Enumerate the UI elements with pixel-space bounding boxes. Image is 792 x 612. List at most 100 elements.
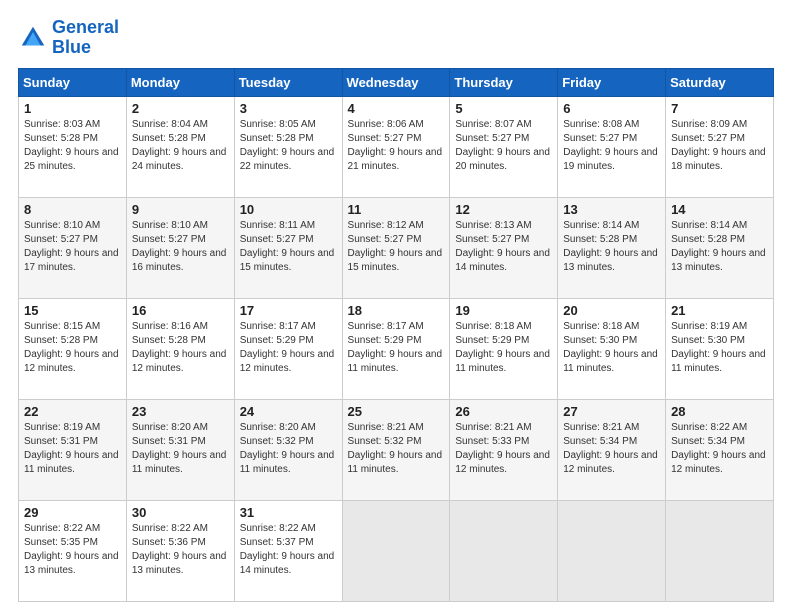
day-info: Sunrise: 8:22 AM Sunset: 5:34 PM Dayligh…: [671, 421, 768, 477]
day-number: 26: [455, 404, 552, 419]
calendar-cell: 28 Sunrise: 8:22 AM Sunset: 5:34 PM Dayl…: [666, 399, 774, 500]
day-info: Sunrise: 8:21 AM Sunset: 5:32 PM Dayligh…: [348, 421, 445, 477]
day-number: 12: [455, 202, 552, 217]
day-number: 29: [24, 505, 121, 520]
day-number: 14: [671, 202, 768, 217]
day-info: Sunrise: 8:17 AM Sunset: 5:29 PM Dayligh…: [348, 320, 445, 376]
calendar-cell: 16 Sunrise: 8:16 AM Sunset: 5:28 PM Dayl…: [126, 298, 234, 399]
calendar-cell: 5 Sunrise: 8:07 AM Sunset: 5:27 PM Dayli…: [450, 96, 558, 197]
day-info: Sunrise: 8:18 AM Sunset: 5:29 PM Dayligh…: [455, 320, 552, 376]
day-info: Sunrise: 8:07 AM Sunset: 5:27 PM Dayligh…: [455, 118, 552, 174]
day-info: Sunrise: 8:22 AM Sunset: 5:35 PM Dayligh…: [24, 522, 121, 578]
day-number: 30: [132, 505, 229, 520]
day-header-tuesday: Tuesday: [234, 68, 342, 96]
day-info: Sunrise: 8:10 AM Sunset: 5:27 PM Dayligh…: [132, 219, 229, 275]
day-header-friday: Friday: [558, 68, 666, 96]
calendar-cell: [450, 500, 558, 601]
day-number: 21: [671, 303, 768, 318]
day-number: 5: [455, 101, 552, 116]
day-number: 17: [240, 303, 337, 318]
day-number: 20: [563, 303, 660, 318]
day-number: 3: [240, 101, 337, 116]
calendar-cell: 14 Sunrise: 8:14 AM Sunset: 5:28 PM Dayl…: [666, 197, 774, 298]
day-info: Sunrise: 8:14 AM Sunset: 5:28 PM Dayligh…: [671, 219, 768, 275]
header-row: SundayMondayTuesdayWednesdayThursdayFrid…: [19, 68, 774, 96]
day-info: Sunrise: 8:04 AM Sunset: 5:28 PM Dayligh…: [132, 118, 229, 174]
day-number: 15: [24, 303, 121, 318]
calendar-cell: 17 Sunrise: 8:17 AM Sunset: 5:29 PM Dayl…: [234, 298, 342, 399]
day-info: Sunrise: 8:21 AM Sunset: 5:34 PM Dayligh…: [563, 421, 660, 477]
day-number: 28: [671, 404, 768, 419]
day-info: Sunrise: 8:12 AM Sunset: 5:27 PM Dayligh…: [348, 219, 445, 275]
calendar-cell: 24 Sunrise: 8:20 AM Sunset: 5:32 PM Dayl…: [234, 399, 342, 500]
logo: General Blue: [18, 18, 119, 58]
calendar-table: SundayMondayTuesdayWednesdayThursdayFrid…: [18, 68, 774, 602]
day-number: 7: [671, 101, 768, 116]
day-info: Sunrise: 8:19 AM Sunset: 5:31 PM Dayligh…: [24, 421, 121, 477]
calendar-cell: 1 Sunrise: 8:03 AM Sunset: 5:28 PM Dayli…: [19, 96, 127, 197]
day-header-saturday: Saturday: [666, 68, 774, 96]
day-number: 23: [132, 404, 229, 419]
calendar-cell: 12 Sunrise: 8:13 AM Sunset: 5:27 PM Dayl…: [450, 197, 558, 298]
calendar-cell: 30 Sunrise: 8:22 AM Sunset: 5:36 PM Dayl…: [126, 500, 234, 601]
calendar-cell: [558, 500, 666, 601]
calendar-cell: 25 Sunrise: 8:21 AM Sunset: 5:32 PM Dayl…: [342, 399, 450, 500]
day-header-monday: Monday: [126, 68, 234, 96]
day-info: Sunrise: 8:09 AM Sunset: 5:27 PM Dayligh…: [671, 118, 768, 174]
calendar-cell: 8 Sunrise: 8:10 AM Sunset: 5:27 PM Dayli…: [19, 197, 127, 298]
day-info: Sunrise: 8:20 AM Sunset: 5:32 PM Dayligh…: [240, 421, 337, 477]
calendar-cell: 18 Sunrise: 8:17 AM Sunset: 5:29 PM Dayl…: [342, 298, 450, 399]
day-number: 19: [455, 303, 552, 318]
day-number: 31: [240, 505, 337, 520]
day-info: Sunrise: 8:15 AM Sunset: 5:28 PM Dayligh…: [24, 320, 121, 376]
day-info: Sunrise: 8:21 AM Sunset: 5:33 PM Dayligh…: [455, 421, 552, 477]
calendar-cell: 7 Sunrise: 8:09 AM Sunset: 5:27 PM Dayli…: [666, 96, 774, 197]
day-number: 6: [563, 101, 660, 116]
calendar-cell: 20 Sunrise: 8:18 AM Sunset: 5:30 PM Dayl…: [558, 298, 666, 399]
calendar-cell: 26 Sunrise: 8:21 AM Sunset: 5:33 PM Dayl…: [450, 399, 558, 500]
day-number: 4: [348, 101, 445, 116]
day-number: 27: [563, 404, 660, 419]
calendar-cell: 6 Sunrise: 8:08 AM Sunset: 5:27 PM Dayli…: [558, 96, 666, 197]
day-info: Sunrise: 8:05 AM Sunset: 5:28 PM Dayligh…: [240, 118, 337, 174]
calendar-cell: 10 Sunrise: 8:11 AM Sunset: 5:27 PM Dayl…: [234, 197, 342, 298]
day-number: 8: [24, 202, 121, 217]
day-number: 16: [132, 303, 229, 318]
day-number: 18: [348, 303, 445, 318]
day-info: Sunrise: 8:13 AM Sunset: 5:27 PM Dayligh…: [455, 219, 552, 275]
day-header-sunday: Sunday: [19, 68, 127, 96]
day-info: Sunrise: 8:08 AM Sunset: 5:27 PM Dayligh…: [563, 118, 660, 174]
day-info: Sunrise: 8:14 AM Sunset: 5:28 PM Dayligh…: [563, 219, 660, 275]
day-info: Sunrise: 8:10 AM Sunset: 5:27 PM Dayligh…: [24, 219, 121, 275]
calendar-cell: 29 Sunrise: 8:22 AM Sunset: 5:35 PM Dayl…: [19, 500, 127, 601]
header: General Blue: [18, 18, 774, 58]
day-number: 10: [240, 202, 337, 217]
calendar-cell: 13 Sunrise: 8:14 AM Sunset: 5:28 PM Dayl…: [558, 197, 666, 298]
day-info: Sunrise: 8:22 AM Sunset: 5:37 PM Dayligh…: [240, 522, 337, 578]
day-number: 24: [240, 404, 337, 419]
calendar-cell: 11 Sunrise: 8:12 AM Sunset: 5:27 PM Dayl…: [342, 197, 450, 298]
day-number: 13: [563, 202, 660, 217]
day-info: Sunrise: 8:17 AM Sunset: 5:29 PM Dayligh…: [240, 320, 337, 376]
day-info: Sunrise: 8:11 AM Sunset: 5:27 PM Dayligh…: [240, 219, 337, 275]
day-info: Sunrise: 8:22 AM Sunset: 5:36 PM Dayligh…: [132, 522, 229, 578]
day-number: 1: [24, 101, 121, 116]
day-number: 2: [132, 101, 229, 116]
logo-text: General Blue: [52, 18, 119, 58]
calendar-cell: 4 Sunrise: 8:06 AM Sunset: 5:27 PM Dayli…: [342, 96, 450, 197]
calendar-cell: 15 Sunrise: 8:15 AM Sunset: 5:28 PM Dayl…: [19, 298, 127, 399]
calendar-cell: 27 Sunrise: 8:21 AM Sunset: 5:34 PM Dayl…: [558, 399, 666, 500]
day-header-thursday: Thursday: [450, 68, 558, 96]
calendar-cell: [666, 500, 774, 601]
calendar-cell: 3 Sunrise: 8:05 AM Sunset: 5:28 PM Dayli…: [234, 96, 342, 197]
day-header-wednesday: Wednesday: [342, 68, 450, 96]
day-number: 22: [24, 404, 121, 419]
logo-icon: [18, 23, 48, 53]
page: General Blue SundayMondayTuesdayWednesda…: [0, 0, 792, 612]
calendar-cell: 19 Sunrise: 8:18 AM Sunset: 5:29 PM Dayl…: [450, 298, 558, 399]
calendar-cell: 31 Sunrise: 8:22 AM Sunset: 5:37 PM Dayl…: [234, 500, 342, 601]
calendar-cell: 21 Sunrise: 8:19 AM Sunset: 5:30 PM Dayl…: [666, 298, 774, 399]
day-info: Sunrise: 8:16 AM Sunset: 5:28 PM Dayligh…: [132, 320, 229, 376]
calendar-cell: [342, 500, 450, 601]
day-info: Sunrise: 8:06 AM Sunset: 5:27 PM Dayligh…: [348, 118, 445, 174]
